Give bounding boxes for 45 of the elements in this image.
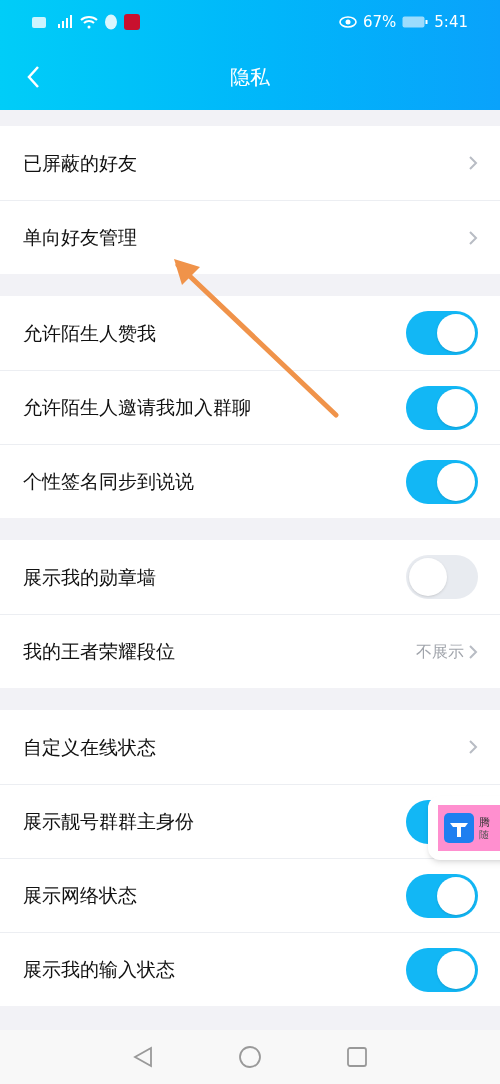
toggle-switch[interactable] [406,311,478,355]
chevron-right-icon [468,739,478,755]
page-title: 隐私 [230,64,270,91]
settings-row[interactable]: 展示网络状态 [0,858,500,932]
chevron-right-icon [468,229,478,246]
toggle-switch[interactable] [406,947,478,992]
clock-time: 5:41 [434,11,468,33]
settings-row[interactable]: 允许陌生人赞我 [0,296,500,370]
toggle-switch[interactable] [406,873,478,918]
row-label: 允许陌生人邀请我加入群聊 [23,395,251,421]
card-title: 腾 [479,816,490,828]
recents-icon[interactable] [347,1047,367,1067]
row-label: 展示我的勋章墙 [23,564,156,590]
eye-icon [338,16,357,28]
settings-row[interactable]: 允许陌生人邀请我加入群聊 [0,370,500,444]
battery-percent: 67% [362,11,397,33]
app-icon [124,14,140,30]
wifi-icon [80,15,98,29]
chevron-right-icon [468,155,478,171]
toggle-switch[interactable] [406,555,478,599]
row-label: 展示网络状态 [23,883,137,909]
home-icon[interactable] [239,1046,261,1068]
row-label: 展示靓号群群主身份 [23,809,194,835]
back-icon[interactable] [133,1046,153,1068]
row-label: 自定义在线状态 [23,734,156,760]
row-label: 个性签名同步到说说 [23,469,194,495]
toggle-switch[interactable] [406,385,478,430]
row-value: 不展示 [416,640,464,663]
row-label: 允许陌生人赞我 [23,320,156,346]
chevron-right-icon [468,643,478,660]
row-label: 单向好友管理 [23,225,137,251]
card-subtitle: 随 [479,829,490,840]
app-icon [444,813,474,843]
battery-icon [402,16,429,28]
settings-row[interactable]: 已屏蔽的好友 [0,126,500,200]
settings-row[interactable]: 个性签名同步到说说 [0,444,500,518]
row-label: 已屏蔽的好友 [23,150,137,176]
app-popup[interactable]: 腾 随 [428,796,500,860]
settings-row[interactable]: 我的王者荣耀段位 不展示 [0,614,500,688]
settings-row[interactable]: 展示我的输入状态 [0,932,500,1006]
settings-row[interactable]: 展示我的勋章墙 [0,540,500,614]
toggle-switch[interactable] [406,459,478,504]
settings-row[interactable]: 自定义在线状态 [0,710,500,784]
row-label: 展示我的输入状态 [23,957,175,983]
row-label: 我的王者荣耀段位 [23,639,175,665]
